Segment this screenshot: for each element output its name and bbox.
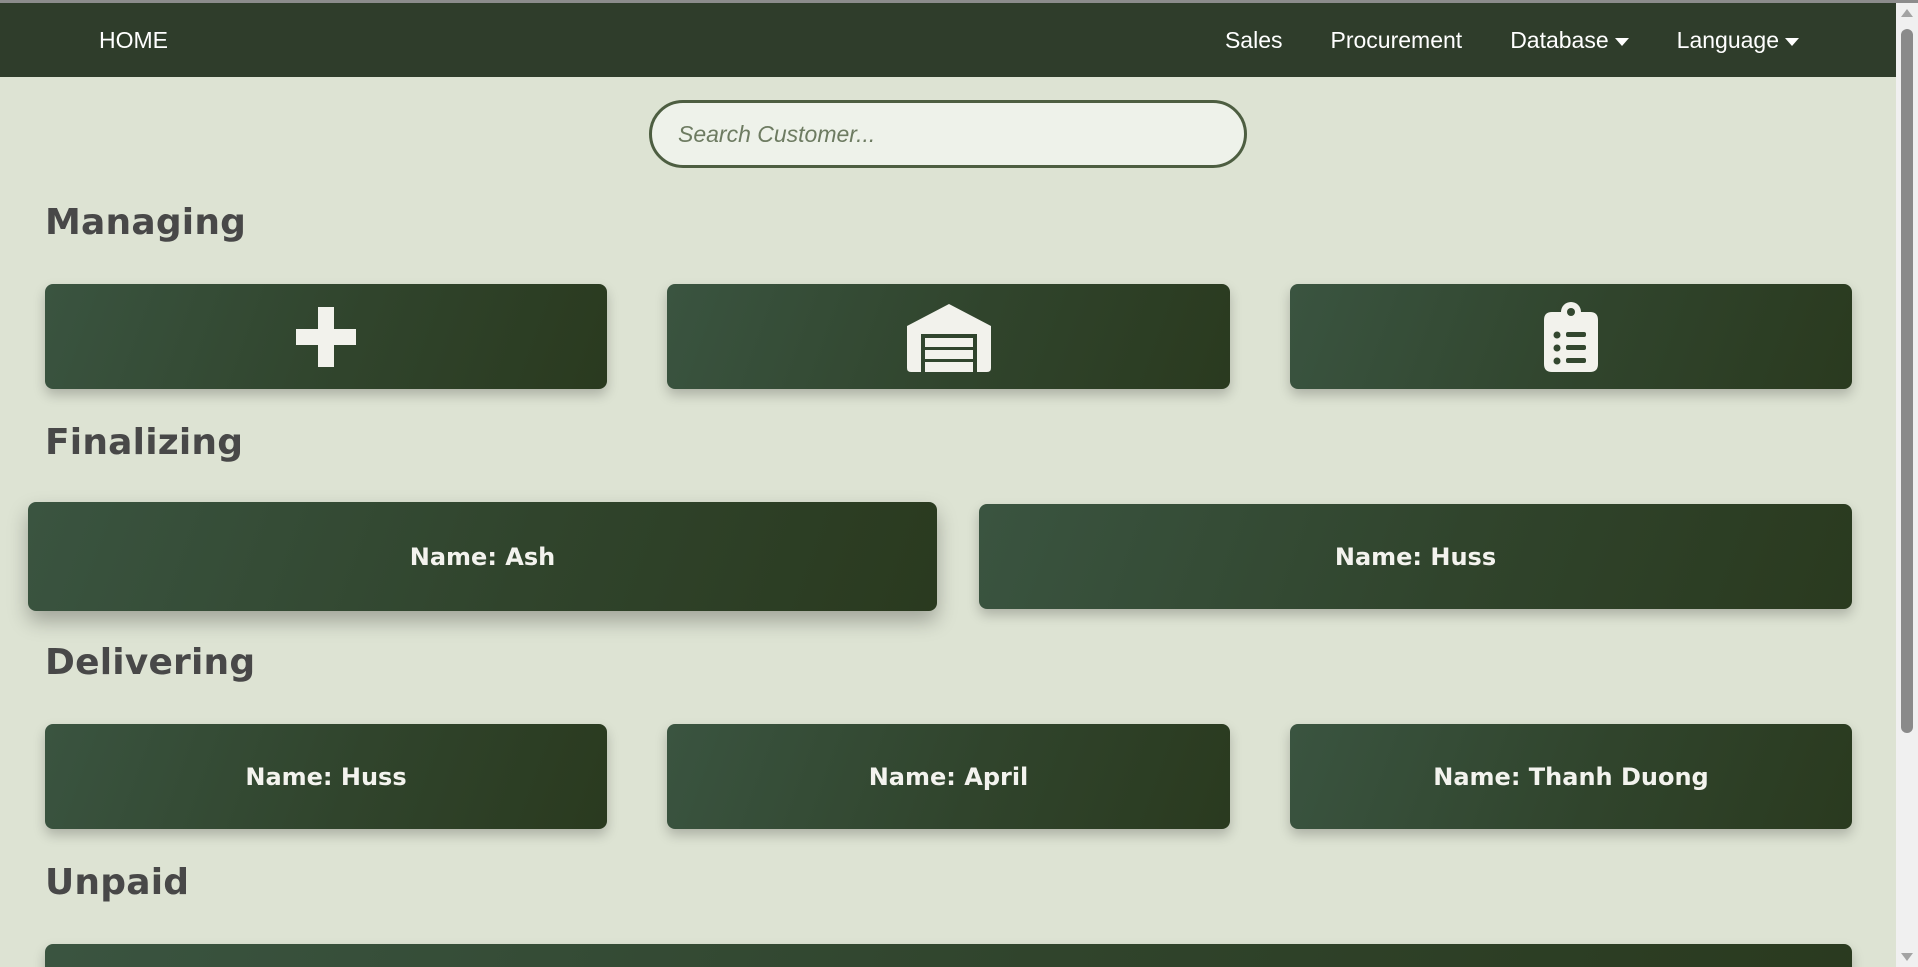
nav-database-dropdown[interactable]: Database: [1510, 27, 1629, 54]
customer-name-label: Name: Huss: [245, 762, 407, 791]
customer-name-label: Name: Huss: [1334, 542, 1497, 571]
scrollbar-thumb[interactable]: [1901, 29, 1913, 733]
delivering-card-huss[interactable]: Name: Huss: [45, 724, 607, 829]
customer-name-label: Name: Thanh Duong: [1433, 762, 1709, 791]
add-button[interactable]: [45, 284, 607, 389]
caret-down-icon: [1785, 37, 1799, 46]
caret-down-icon: [1614, 37, 1629, 46]
search-customer-input[interactable]: [649, 100, 1247, 168]
nav-sales-link[interactable]: Sales: [1225, 27, 1283, 54]
section-title-finalizing: Finalizing: [45, 422, 244, 463]
customer-name-label: Name: Ash: [409, 542, 556, 571]
scroll-up-arrow-icon[interactable]: [1901, 9, 1913, 17]
vertical-scrollbar[interactable]: [1896, 3, 1918, 967]
scroll-down-arrow-icon[interactable]: [1901, 953, 1913, 961]
customer-name-label: Name: April: [868, 762, 1029, 791]
orders-list-button[interactable]: [1290, 284, 1852, 389]
finalizing-card-huss[interactable]: Name: Huss: [979, 504, 1852, 609]
nav-database-label: Database: [1510, 27, 1609, 53]
warehouse-icon: [906, 303, 991, 372]
nav-sales-label: Sales: [1224, 27, 1283, 53]
nav-language-label: Language: [1676, 27, 1779, 53]
nav-procurement-link[interactable]: Procurement: [1331, 27, 1463, 54]
warehouse-button[interactable]: [667, 284, 1230, 389]
finalizing-card-ash[interactable]: Name: Ash: [28, 502, 937, 611]
section-title-delivering: Delivering: [45, 642, 256, 683]
plus-icon: [296, 306, 356, 367]
delivering-card-thanh-duong[interactable]: Name: Thanh Duong: [1290, 724, 1852, 829]
page: HOME Sales Procurement Database Language…: [0, 0, 1918, 967]
unpaid-card[interactable]: [45, 944, 1852, 967]
top-navbar: HOME Sales Procurement Database Language: [0, 3, 1896, 77]
nav-home-link[interactable]: HOME: [99, 27, 168, 54]
nav-menu: Sales Procurement Database Language: [1225, 27, 1799, 54]
clipboard-list-icon: [1544, 301, 1598, 372]
section-title-managing: Managing: [45, 202, 247, 243]
nav-language-dropdown[interactable]: Language: [1677, 27, 1799, 54]
nav-procurement-label: Procurement: [1330, 27, 1463, 53]
section-title-unpaid: Unpaid: [45, 862, 190, 903]
delivering-card-april[interactable]: Name: April: [667, 724, 1230, 829]
